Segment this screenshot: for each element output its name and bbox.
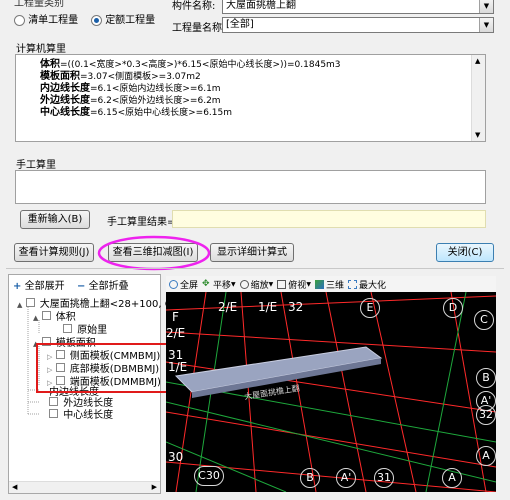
chevron-down-icon[interactable]: ▼ bbox=[479, 0, 493, 13]
grid-bubble-d-top: D bbox=[443, 298, 463, 318]
computer-calc-box[interactable]: 体积=((0.1<宽度>*0.3<高度>)*6.15<原始中心线长度>))=0.… bbox=[15, 54, 486, 142]
top-view-button[interactable]: 俯视 ▼ bbox=[277, 278, 311, 291]
show-detail-button[interactable]: 显示详细计算式 bbox=[210, 243, 294, 262]
grid-bubble-a-right: A bbox=[476, 446, 496, 466]
grid-label-2e-top: 2/E bbox=[218, 300, 238, 314]
cube-icon bbox=[314, 279, 324, 289]
manual-result-field[interactable] bbox=[172, 210, 486, 228]
zoom-icon bbox=[239, 279, 249, 289]
divider bbox=[6, 268, 504, 269]
calc-lines: 体积=((0.1<宽度>*0.3<高度>)*6.15<原始中心线长度>))=0.… bbox=[40, 59, 485, 119]
radio-quota-icon[interactable] bbox=[91, 14, 102, 26]
calc-line-name: 模板面积 bbox=[40, 71, 80, 82]
chevron-down-icon[interactable]: ▼ bbox=[269, 281, 274, 288]
calc-line: 内边线长度=6.1<原始内边线长度>=6.1m bbox=[40, 83, 485, 95]
chevron-down-icon[interactable]: ▼ bbox=[479, 18, 493, 32]
radio-quota-option[interactable]: 定额工程量 bbox=[91, 11, 155, 26]
calc-line: 模板面积=3.07<侧面模板>=3.07m2 bbox=[40, 71, 485, 83]
calc-line-expr: =((0.1<宽度>*0.3<高度>)*6.15<原始中心线长度>))=0.18… bbox=[60, 60, 341, 70]
scroll-left-icon[interactable]: ◀ bbox=[12, 483, 17, 491]
viewer-grid bbox=[166, 292, 496, 492]
chevron-down-icon[interactable]: ▲ bbox=[33, 314, 38, 322]
zoom-button[interactable]: 缩放 ▼ bbox=[239, 278, 274, 291]
view-rules-button[interactable]: 查看计算规则(J) bbox=[14, 243, 94, 262]
calc-line-name: 内边线长度 bbox=[40, 83, 90, 94]
grid-bubble-32-right: 32 bbox=[476, 405, 496, 425]
tree-hscrollbar[interactable]: ◀ ▶ bbox=[9, 481, 160, 493]
grid-bubble-c-right: C bbox=[474, 310, 494, 330]
pan-button[interactable]: ✥ 平移 ▼ bbox=[202, 278, 236, 291]
viewer-canvas[interactable]: 大屋面挑檐上翻 F 2/E 1/E 32 E D C 2/E 31 1/E B … bbox=[166, 292, 496, 492]
radio-list-icon[interactable] bbox=[14, 14, 25, 26]
calc-line-expr: =6.1<原始内边线长度>=6.1m bbox=[90, 84, 221, 94]
calc-line-expr: =6.15<原始中心线长度>=6.15m bbox=[90, 108, 233, 118]
grid-bubble-a-bottom: A bbox=[442, 468, 462, 488]
grid-label-32-top: 32 bbox=[288, 300, 304, 314]
grid-label-2e-left: 2/E bbox=[166, 326, 186, 340]
calc-line: 体积=((0.1<宽度>*0.3<高度>)*6.15<原始中心线长度>))=0.… bbox=[40, 59, 485, 71]
calc-line-name: 中心线长度 bbox=[40, 107, 90, 118]
document-icon bbox=[63, 324, 72, 333]
chevron-down-icon[interactable]: ▲ bbox=[17, 301, 22, 309]
tree-root[interactable]: ▲ 大屋面挑檐上翻<28+100, C- bbox=[17, 298, 175, 311]
component-name-select[interactable]: 大屋面挑檐上翻 ▼ bbox=[222, 0, 494, 14]
tree-item-original[interactable]: 原始里 bbox=[63, 324, 107, 337]
grid-bubble-aprime-bottom: A' bbox=[336, 468, 356, 488]
viewer-toolbar: 全屏 ✥ 平移 ▼ 缩放 ▼ 俯视 ▼ 三维 最大化 bbox=[166, 276, 496, 292]
component-name-label: 构件名称: bbox=[172, 1, 216, 12]
quantity-category-label: 工程量类别 bbox=[14, 0, 64, 9]
grid-bubble-31-bottom: 31 bbox=[374, 468, 394, 488]
calc-line-expr: =6.2<原始外边线长度>=6.2m bbox=[90, 96, 221, 106]
scroll-down-icon[interactable]: ▼ bbox=[475, 131, 480, 139]
manual-calc-input[interactable] bbox=[15, 170, 486, 204]
chevron-down-icon[interactable]: ▼ bbox=[306, 281, 311, 288]
document-icon bbox=[25, 298, 35, 307]
manual-result-label: 手工算里结果= bbox=[107, 217, 176, 228]
chevron-down-icon[interactable]: ▼ bbox=[231, 281, 236, 288]
tree-item-center-line[interactable]: 中心线长度 bbox=[49, 409, 113, 422]
calc-line-name: 外边线长度 bbox=[40, 95, 90, 106]
scroll-up-icon[interactable]: ▲ bbox=[475, 57, 480, 65]
calc-line-name: 体积 bbox=[40, 59, 60, 70]
calc-line-expr: =3.07<侧面模板>=3.07m2 bbox=[80, 72, 201, 82]
fullscreen-icon bbox=[169, 279, 178, 289]
maximize-button[interactable]: 最大化 bbox=[347, 278, 386, 291]
document-icon bbox=[49, 409, 58, 418]
top-view-icon bbox=[277, 279, 287, 289]
quantity-name-select[interactable]: [全部] ▼ bbox=[222, 17, 494, 33]
quantity-name-label: 工程量名称: bbox=[172, 23, 226, 34]
manual-calc-title: 手工算里 bbox=[16, 160, 56, 171]
grid-bubble-c30: C30 bbox=[194, 466, 224, 486]
fullscreen-button[interactable]: 全屏 bbox=[169, 278, 198, 291]
tree-item-volume[interactable]: ▲ 体积 bbox=[33, 311, 76, 324]
maximize-icon bbox=[347, 279, 357, 289]
calc-line: 外边线长度=6.2<原始外边线长度>=6.2m bbox=[40, 95, 485, 107]
computer-calc-title: 计算机算里 bbox=[16, 44, 66, 55]
grid-label-f: F bbox=[172, 310, 179, 324]
grid-bubble-e-top: E bbox=[360, 298, 380, 318]
three-d-button[interactable]: 三维 bbox=[314, 278, 344, 291]
document-icon bbox=[41, 311, 51, 320]
grid-label-1e: 1/E bbox=[258, 300, 278, 314]
scroll-right-icon[interactable]: ▶ bbox=[152, 483, 157, 491]
grid-label-30: 30 bbox=[168, 450, 184, 464]
document-icon bbox=[49, 397, 58, 406]
radio-list-option[interactable]: 清单工程量 bbox=[14, 11, 78, 26]
calc-line: 中心线长度=6.15<原始中心线长度>=6.15m bbox=[40, 107, 485, 119]
grid-bubble-b-bottom: B bbox=[300, 468, 320, 488]
reenter-button[interactable]: 重新输入(B) bbox=[20, 210, 90, 229]
pan-icon: ✥ bbox=[202, 278, 210, 289]
grid-bubble-b-right: B bbox=[476, 368, 496, 388]
grid-label-1e-left: 1/E bbox=[168, 360, 188, 374]
calc-scrollbar[interactable]: ▲ ▼ bbox=[471, 55, 485, 141]
close-button[interactable]: 关闭(C) bbox=[436, 243, 494, 262]
